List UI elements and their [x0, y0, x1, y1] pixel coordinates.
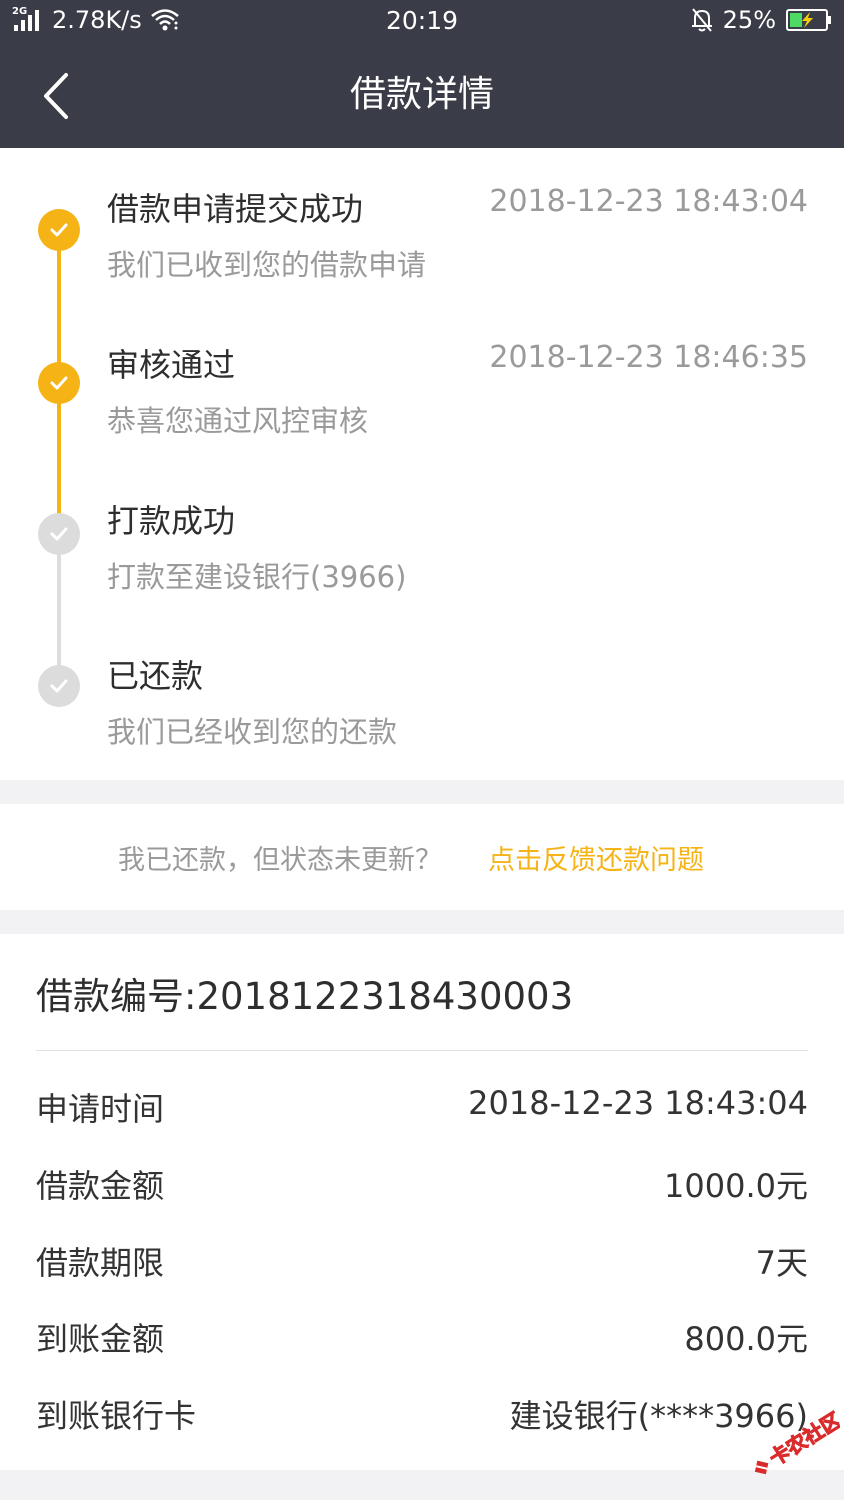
divider [36, 1050, 808, 1051]
status-right: 25% [689, 6, 832, 34]
detail-label: 到账金额 [36, 1320, 165, 1358]
step-title: 已还款 [107, 657, 204, 695]
page-title: 借款详情 [349, 74, 494, 115]
step-pending-icon [38, 665, 80, 707]
chevron-left-icon [44, 73, 68, 119]
detail-row-received-amount: 到账金额 800.0元 [36, 1314, 808, 1364]
feedback-link[interactable]: 点击反馈还款问题 [488, 838, 704, 877]
detail-label: 借款期限 [36, 1244, 165, 1282]
back-button[interactable] [30, 65, 90, 127]
detail-row-bank-card: 到账银行卡 建设银行(****3966) [36, 1391, 808, 1441]
detail-row-loan-term: 借款期限 7天 [36, 1238, 808, 1288]
feedback-prompt: 我已还款，但状态未更新？ [118, 845, 442, 876]
step-title: 借款申请提交成功 [107, 190, 364, 228]
detail-value: 7天 [755, 1244, 808, 1282]
detail-label: 借款金额 [36, 1167, 165, 1205]
status-bar: 2G 2.78K/s 20:19 25% [0, 0, 844, 45]
step-desc: 打款至建设银行(3966) [107, 560, 407, 594]
step-title: 打款成功 [107, 502, 236, 540]
battery-percent: 25% [722, 6, 776, 34]
step-time: 2018-12-23 18:43:04 [489, 184, 808, 219]
timeline-connector-pending [57, 534, 61, 686]
detail-row-loan-amount: 借款金额 1000.0元 [36, 1161, 808, 1211]
step-pending-icon [38, 513, 80, 555]
detail-label: 申请时间 [36, 1090, 165, 1128]
detail-value: 1000.0元 [664, 1167, 808, 1205]
step-desc: 我们已经收到您的还款 [107, 715, 398, 749]
detail-label: 到账银行卡 [36, 1397, 197, 1435]
detail-value: 800.0元 [684, 1320, 808, 1358]
loan-detail: 借款编号:2018122318430003 申请时间 2018-12-23 18… [0, 934, 844, 1470]
step-title: 审核通过 [107, 346, 236, 384]
step-desc: 我们已收到您的借款申请 [107, 248, 427, 282]
watermark-logo: 卡农社区 [754, 1407, 840, 1475]
step-desc: 恭喜您通过风控审核 [107, 404, 369, 438]
step-done-icon [38, 209, 80, 251]
watermark-text: 卡农社区 [765, 1408, 840, 1471]
progress-timeline: 借款申请提交成功 我们已收到您的借款申请 2018-12-23 18:43:04… [0, 148, 844, 780]
battery-charging-icon [786, 9, 831, 31]
step-done-icon [38, 362, 80, 404]
repayment-feedback: 我已还款，但状态未更新？ 点击反馈还款问题 [0, 804, 844, 910]
detail-value: 2018-12-23 18:43:04 [468, 1084, 808, 1122]
step-time: 2018-12-23 18:46:35 [489, 340, 808, 375]
loan-number: 借款编号:2018122318430003 [36, 975, 574, 1018]
mute-bell-icon [691, 8, 712, 32]
nav-bar: 借款详情 [0, 45, 844, 148]
detail-row-apply-time: 申请时间 2018-12-23 18:43:04 [36, 1084, 808, 1134]
